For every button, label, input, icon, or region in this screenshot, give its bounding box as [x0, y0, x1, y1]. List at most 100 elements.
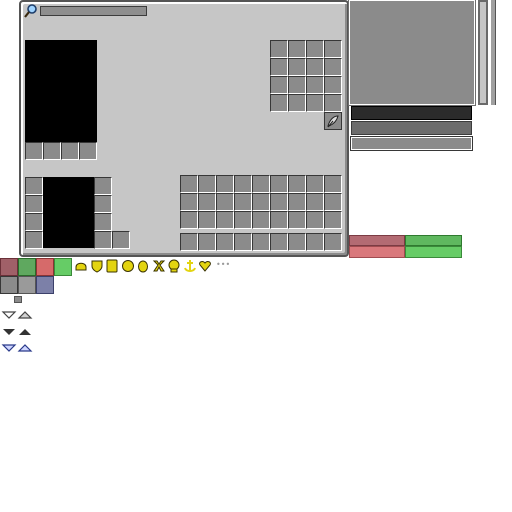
inventory-slot[interactable]	[306, 193, 324, 211]
inventory-slot[interactable]	[198, 211, 216, 229]
inventory-slot[interactable]	[324, 193, 342, 211]
green-swatch-bottom	[405, 246, 462, 258]
arrow-down-selected-icon	[1, 344, 17, 352]
secondary-preview	[43, 177, 94, 248]
inventory-slot[interactable]	[288, 175, 306, 193]
crafting-slot[interactable]	[270, 58, 288, 76]
inventory-slot[interactable]	[216, 175, 234, 193]
inventory-slot[interactable]	[270, 211, 288, 229]
hotbar-slot[interactable]	[324, 233, 342, 251]
armor-slot[interactable]	[25, 195, 43, 213]
inventory-slot[interactable]	[252, 193, 270, 211]
inventory-slot[interactable]	[252, 211, 270, 229]
grey-tile-2	[18, 276, 36, 294]
inventory-slot[interactable]	[198, 175, 216, 193]
crafting-slot[interactable]	[306, 58, 324, 76]
armor-slot[interactable]	[25, 213, 43, 231]
equipment-slot[interactable]	[94, 231, 112, 249]
inventory-slot[interactable]	[324, 175, 342, 193]
inventory-slot[interactable]	[198, 193, 216, 211]
equipment-slot[interactable]	[94, 177, 112, 195]
inventory-slot[interactable]	[234, 211, 252, 229]
recipe-button[interactable]	[324, 112, 342, 130]
cross-icon	[152, 260, 165, 272]
helmet-icon	[75, 262, 87, 271]
crafting-slot[interactable]	[288, 76, 306, 94]
scrollbar-track[interactable]	[478, 0, 488, 105]
hotbar-slot[interactable]	[180, 233, 198, 251]
inventory-slot[interactable]	[306, 211, 324, 229]
green-tile	[18, 258, 36, 276]
heart-icon	[199, 261, 211, 272]
button-disabled	[350, 136, 473, 151]
crafting-slot[interactable]	[288, 40, 306, 58]
hotbar-slot[interactable]	[288, 233, 306, 251]
small-dots-tile	[14, 296, 22, 303]
crafting-slot[interactable]	[324, 58, 342, 76]
red-swatch-bottom	[349, 246, 405, 258]
inventory-slot[interactable]	[288, 211, 306, 229]
inventory-slot[interactable]	[234, 193, 252, 211]
equipment-slot[interactable]	[94, 213, 112, 231]
anchor-icon	[183, 260, 196, 272]
egg-icon	[138, 260, 148, 273]
red-tile-light	[36, 258, 54, 276]
inventory-slot[interactable]	[324, 211, 342, 229]
hotbar-slot[interactable]	[306, 233, 324, 251]
inventory-slot[interactable]	[216, 193, 234, 211]
crafting-slot[interactable]	[324, 40, 342, 58]
crafting-slot[interactable]	[324, 94, 342, 112]
crafting-slot[interactable]	[306, 40, 324, 58]
hotbar-slot[interactable]	[252, 233, 270, 251]
green-swatch-top	[405, 235, 462, 246]
equipment-slot[interactable]	[94, 195, 112, 213]
hotbar-slot[interactable]	[198, 233, 216, 251]
inventory-slot[interactable]	[306, 175, 324, 193]
arrow-up-icon	[17, 311, 33, 319]
inventory-slot[interactable]	[288, 193, 306, 211]
button-dark[interactable]	[351, 106, 472, 120]
crafting-slot[interactable]	[270, 40, 288, 58]
inventory-slot[interactable]	[180, 175, 198, 193]
button-normal[interactable]	[351, 121, 472, 135]
preview-slot[interactable]	[61, 142, 79, 160]
hotbar-slot[interactable]	[270, 233, 288, 251]
hotbar-slot[interactable]	[234, 233, 252, 251]
offhand-slot[interactable]	[112, 231, 130, 249]
red-swatch-top	[349, 235, 405, 246]
inventory-slot[interactable]	[216, 211, 234, 229]
inventory-slot[interactable]	[270, 193, 288, 211]
side-panel	[348, 0, 476, 106]
scrollbar-knob[interactable]	[490, 0, 496, 105]
crafting-slot[interactable]	[270, 94, 288, 112]
hotbar-slot[interactable]	[216, 233, 234, 251]
inventory-slot[interactable]	[270, 175, 288, 193]
crafting-slot[interactable]	[306, 76, 324, 94]
inventory-slot[interactable]	[180, 193, 198, 211]
preview-slot[interactable]	[79, 142, 97, 160]
armor-slot[interactable]	[25, 177, 43, 195]
inventory-slot[interactable]	[234, 175, 252, 193]
crafting-slot[interactable]	[306, 94, 324, 112]
search-icon[interactable]	[24, 4, 38, 18]
crafting-slot[interactable]	[324, 76, 342, 94]
more-indicator: •••	[216, 260, 231, 269]
preview-slot[interactable]	[25, 142, 43, 160]
search-input[interactable]	[40, 6, 147, 16]
preview-slot[interactable]	[43, 142, 61, 160]
shield-icon	[91, 260, 102, 273]
blue-tile	[36, 276, 54, 294]
scroll-icon	[106, 259, 118, 273]
inventory-slot[interactable]	[180, 211, 198, 229]
crafting-slot[interactable]	[288, 94, 306, 112]
player-preview	[25, 40, 97, 142]
crafting-slot[interactable]	[288, 58, 306, 76]
arrow-down-hover-icon	[3, 329, 15, 335]
arrow-up-hover-icon	[19, 329, 31, 335]
armor-slot[interactable]	[25, 231, 43, 249]
arrow-down-icon	[1, 311, 17, 319]
feather-icon	[327, 115, 339, 128]
crafting-slot[interactable]	[270, 76, 288, 94]
head-icon	[168, 259, 180, 273]
inventory-slot[interactable]	[252, 175, 270, 193]
